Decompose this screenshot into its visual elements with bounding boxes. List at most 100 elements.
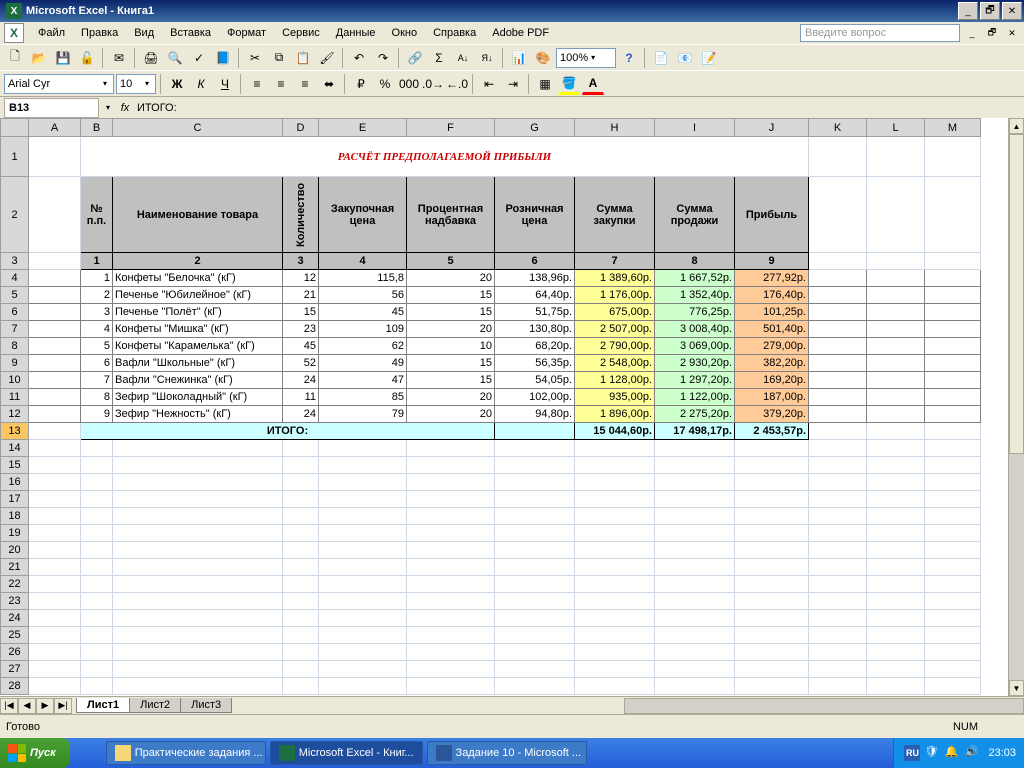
align-left-icon[interactable]: ≡ xyxy=(246,73,268,95)
table-row[interactable]: 118Зефир "Шоколадный" (кГ)118520102,00p.… xyxy=(1,389,981,406)
copy-icon[interactable]: ⧉ xyxy=(268,47,290,69)
table-row[interactable]: 85Конфеты "Карамелька" (кГ)45621068,20p.… xyxy=(1,338,981,355)
font-name-combo[interactable]: Arial Cyr▾ xyxy=(4,74,114,94)
table-row[interactable]: 52Печенье "Юбилейное" (кГ)21561564,40p.1… xyxy=(1,287,981,304)
empty-row[interactable]: 21 xyxy=(1,559,981,576)
scroll-up-icon[interactable]: ▲ xyxy=(1009,118,1024,134)
hyperlink-icon[interactable]: 🔗 xyxy=(404,47,426,69)
menu-file[interactable]: Файл xyxy=(30,25,73,41)
increase-indent-icon[interactable]: ⇥ xyxy=(502,73,524,95)
total-profit[interactable]: 2 453,57p. xyxy=(735,423,809,440)
col-D[interactable]: D xyxy=(283,119,319,137)
total-label[interactable]: ИТОГО: xyxy=(81,423,495,440)
decrease-decimal-icon[interactable]: ←.0 xyxy=(446,73,468,95)
table-row[interactable]: 96Вафли "Школьные" (кГ)52491556,35p.2 54… xyxy=(1,355,981,372)
menu-data[interactable]: Данные xyxy=(328,25,384,41)
table-row[interactable]: 129Зефир "Нежность" (кГ)24792094,80p.1 8… xyxy=(1,406,981,423)
col-L[interactable]: L xyxy=(867,119,925,137)
align-right-icon[interactable]: ≡ xyxy=(294,73,316,95)
col-C[interactable]: C xyxy=(113,119,283,137)
table-row[interactable]: 107Вафли "Снежинка" (кГ)24471554,05p.1 1… xyxy=(1,372,981,389)
col-I[interactable]: I xyxy=(655,119,735,137)
zoom-combo[interactable]: 100%▾ xyxy=(556,48,616,68)
taskbar-item-excel[interactable]: Microsoft Excel - Книг... xyxy=(270,741,423,765)
total-sumsell[interactable]: 17 498,17p. xyxy=(655,423,735,440)
cut-icon[interactable]: ✂ xyxy=(244,47,266,69)
align-center-icon[interactable]: ≡ xyxy=(270,73,292,95)
empty-row[interactable]: 17 xyxy=(1,491,981,508)
row-2[interactable]: 2 № п.п. Наименование товара Количество … xyxy=(1,177,981,253)
workbook-icon[interactable] xyxy=(4,23,24,43)
hdr-sumbuy[interactable]: Сумма закупки xyxy=(575,177,655,253)
menu-insert[interactable]: Вставка xyxy=(162,25,219,41)
minimize-button[interactable]: _ xyxy=(958,2,978,20)
menu-view[interactable]: Вид xyxy=(126,25,162,41)
scroll-thumb[interactable] xyxy=(1009,134,1024,454)
page-title[interactable]: РАСЧЁТ ПРЕДПОЛАГАЕМОЙ ПРИБЫЛИ xyxy=(81,137,809,177)
select-all[interactable] xyxy=(1,119,29,137)
col-G[interactable]: G xyxy=(495,119,575,137)
tab-nav-last-icon[interactable]: ▶| xyxy=(54,698,72,714)
decrease-indent-icon[interactable]: ⇤ xyxy=(478,73,500,95)
tray-icon[interactable]: 🔔 xyxy=(944,745,960,761)
col-M[interactable]: M xyxy=(925,119,981,137)
empty-row[interactable]: 27 xyxy=(1,661,981,678)
help-search-box[interactable]: Введите вопрос xyxy=(800,24,960,42)
hdr-sumsell[interactable]: Сумма продажи xyxy=(655,177,735,253)
empty-row[interactable]: 16 xyxy=(1,474,981,491)
hdr-num[interactable]: № п.п. xyxy=(81,177,113,253)
empty-row[interactable]: 15 xyxy=(1,457,981,474)
sort-desc-icon[interactable]: Я↓ xyxy=(476,47,498,69)
table-row[interactable]: 41Конфеты "Белочка" (кГ)12115,820138,96p… xyxy=(1,270,981,287)
empty-row[interactable]: 14 xyxy=(1,440,981,457)
tray-icon[interactable]: 🛡 xyxy=(924,745,940,761)
autosum-icon[interactable]: Σ xyxy=(428,47,450,69)
col-K[interactable]: K xyxy=(809,119,867,137)
taskbar-item-folder[interactable]: Практические задания ... xyxy=(106,741,266,765)
hdr-buyprice[interactable]: Закупочная цена xyxy=(319,177,407,253)
start-button[interactable]: Пуск xyxy=(0,738,70,768)
hdr-name[interactable]: Наименование товара xyxy=(113,177,283,253)
doc-restore-button[interactable]: 🗗 xyxy=(984,26,1000,40)
menu-edit[interactable]: Правка xyxy=(73,25,126,41)
print-icon[interactable]: 🖨 xyxy=(140,47,162,69)
menu-adobe[interactable]: Adobe PDF xyxy=(484,25,557,41)
empty-row[interactable]: 26 xyxy=(1,644,981,661)
empty-row[interactable]: 18 xyxy=(1,508,981,525)
col-H[interactable]: H xyxy=(575,119,655,137)
table-row[interactable]: 63Печенье "Полёт" (кГ)15451551,75p.675,0… xyxy=(1,304,981,321)
increase-decimal-icon[interactable]: .0→ xyxy=(422,73,444,95)
fx-icon[interactable]: fx xyxy=(113,102,137,114)
comma-icon[interactable]: 000 xyxy=(398,73,420,95)
italic-icon[interactable]: К xyxy=(190,73,212,95)
hdr-profit[interactable]: Прибыль xyxy=(735,177,809,253)
font-color-icon[interactable]: A xyxy=(582,73,604,95)
hdr-retail[interactable]: Розничная цена xyxy=(495,177,575,253)
clock[interactable]: 23:03 xyxy=(988,747,1016,759)
sort-asc-icon[interactable]: A↓ xyxy=(452,47,474,69)
empty-row[interactable]: 24 xyxy=(1,610,981,627)
empty-row[interactable]: 22 xyxy=(1,576,981,593)
col-F[interactable]: F xyxy=(407,119,495,137)
table-row[interactable]: 74Конфеты "Мишка" (кГ)2310920130,80p.2 5… xyxy=(1,321,981,338)
row-13[interactable]: 13 ИТОГО: 15 044,60p. 17 498,17p. 2 453,… xyxy=(1,423,981,440)
doc-close-button[interactable]: ✕ xyxy=(1004,26,1020,40)
taskbar-item-word[interactable]: Задание 10 - Microsoft ... xyxy=(427,741,587,765)
currency-icon[interactable]: ₽ xyxy=(350,73,372,95)
col-J[interactable]: J xyxy=(735,119,809,137)
tray-icon[interactable]: 🔊 xyxy=(964,745,980,761)
empty-row[interactable]: 28 xyxy=(1,678,981,695)
drawing-icon[interactable]: 🎨 xyxy=(532,47,554,69)
save-icon[interactable]: 💾 xyxy=(52,47,74,69)
chart-icon[interactable]: 📊 xyxy=(508,47,530,69)
hdr-markup[interactable]: Процентная надбавка xyxy=(407,177,495,253)
underline-icon[interactable]: Ч xyxy=(214,73,236,95)
merge-center-icon[interactable]: ⬌ xyxy=(318,73,340,95)
name-box[interactable]: B13 xyxy=(4,98,99,118)
menu-window[interactable]: Окно xyxy=(384,25,426,41)
row-1[interactable]: 1 РАСЧЁТ ПРЕДПОЛАГАЕМОЙ ПРИБЫЛИ xyxy=(1,137,981,177)
pdf-email-icon[interactable]: 📧 xyxy=(674,47,696,69)
sheet-tab-2[interactable]: Лист2 xyxy=(129,698,181,713)
menu-tools[interactable]: Сервис xyxy=(274,25,328,41)
column-headers[interactable]: A B C D E F G H I J K L M xyxy=(1,119,981,137)
